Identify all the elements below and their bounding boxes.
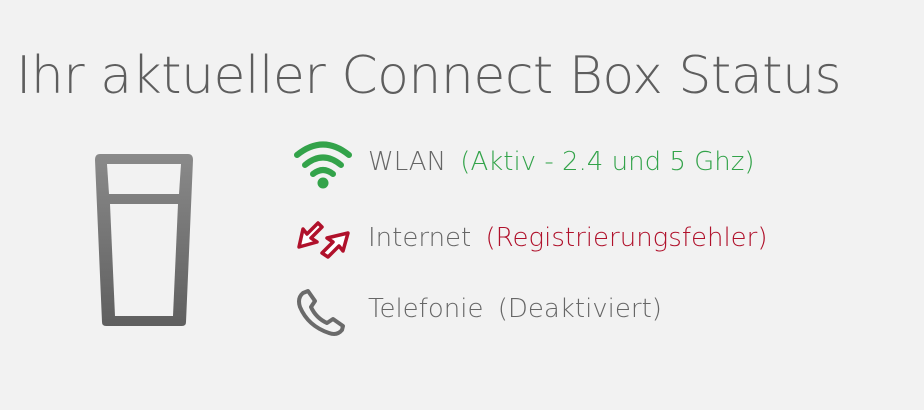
connect-box-device-icon — [95, 154, 193, 326]
status-row-internet: Internet (Registrierungsfehler) — [292, 214, 892, 266]
status-state-internet: (Registrierungsfehler) — [485, 223, 768, 253]
phone-icon — [297, 289, 345, 336]
status-label-telefonie: Telefonie — [368, 294, 484, 324]
wifi-icon — [294, 141, 352, 189]
status-text-wlan: WLAN (Aktiv - 2.4 und 5 Ghz) — [368, 147, 755, 177]
status-label-internet: Internet — [368, 223, 472, 253]
status-state-telefonie: (Deaktiviert) — [497, 294, 662, 324]
page-title: Ihr aktueller Connect Box Status — [16, 46, 842, 106]
status-label-wlan: WLAN — [368, 147, 447, 177]
status-text-telefonie: Telefonie (Deaktiviert) — [368, 294, 662, 324]
status-row-telefonie: Telefonie (Deaktiviert) — [292, 285, 892, 337]
status-state-wlan: (Aktiv - 2.4 und 5 Ghz) — [460, 147, 755, 177]
status-text-internet: Internet (Registrierungsfehler) — [368, 223, 768, 253]
status-page: Ihr aktueller Connect Box Status WLAN (A… — [0, 0, 924, 410]
status-row-wlan: WLAN (Aktiv - 2.4 und 5 Ghz) — [292, 138, 892, 190]
connection-error-icon — [297, 221, 350, 259]
